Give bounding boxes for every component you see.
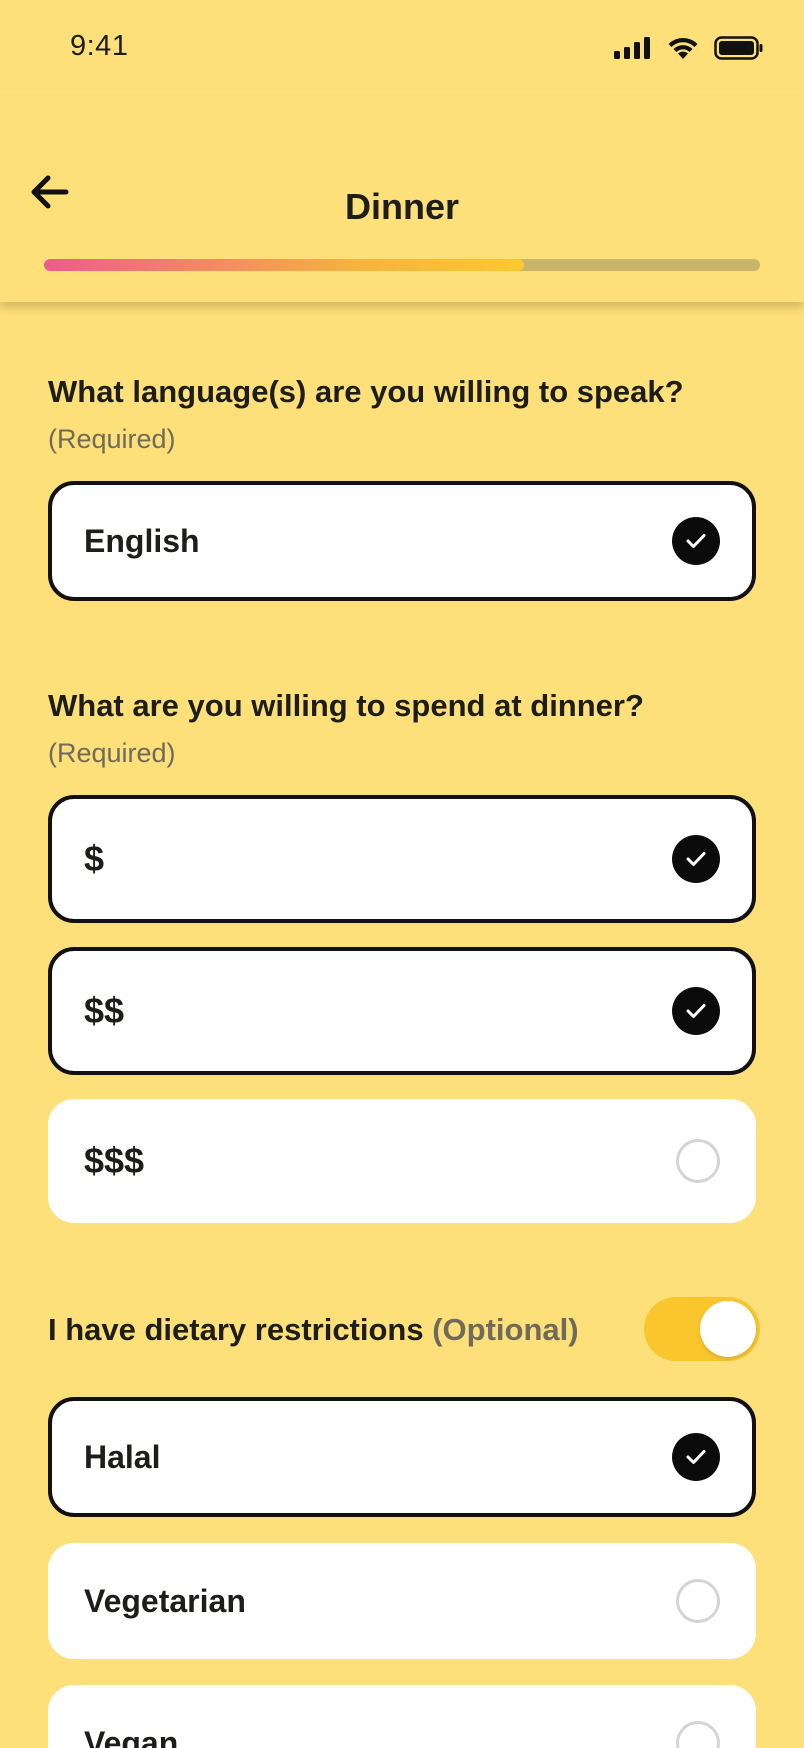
dietary-optional-note: (Optional)	[432, 1312, 579, 1348]
spend-option-1[interactable]: $	[48, 795, 756, 924]
spend-required-note: (Required)	[48, 738, 176, 769]
dietary-label: I have dietary restrictions	[48, 1312, 424, 1348]
status-bar: 9:41	[0, 0, 804, 96]
progress-bar	[44, 259, 760, 271]
wifi-icon	[668, 37, 698, 59]
option-label: $$$	[84, 1140, 145, 1182]
dietary-toggle-switch[interactable]	[644, 1297, 760, 1362]
progress-bar-fill	[44, 259, 524, 271]
toggle-knob	[700, 1301, 756, 1358]
check-circle-icon	[672, 987, 720, 1036]
check-circle-icon	[672, 835, 720, 884]
option-label: English	[84, 522, 200, 559]
dietary-option-vegan[interactable]: Vegan	[48, 1685, 756, 1748]
empty-radio-icon	[676, 1139, 720, 1184]
spend-option-2[interactable]: $$	[48, 947, 756, 1076]
battery-icon	[714, 36, 763, 60]
top-nav-header: Dinner	[0, 96, 804, 302]
option-label: $$	[84, 990, 125, 1032]
option-label: Vegetarian	[84, 1582, 246, 1619]
option-label: Halal	[84, 1438, 161, 1475]
status-time: 9:41	[70, 30, 129, 62]
option-label: $	[84, 838, 105, 880]
spend-question-title: What are you willing to spend at dinner?	[48, 688, 644, 724]
language-question-title: What language(s) are you willing to spea…	[48, 374, 684, 409]
form-content: What language(s) are you willing to spea…	[48, 302, 760, 1748]
page-title: Dinner	[344, 186, 459, 227]
check-circle-icon	[672, 1433, 720, 1482]
dietary-option-vegetarian[interactable]: Vegetarian	[48, 1543, 756, 1660]
empty-radio-icon	[676, 1579, 720, 1624]
language-required-note: (Required)	[48, 424, 176, 455]
status-icons	[614, 36, 764, 60]
spend-option-3[interactable]: $$$	[48, 1099, 756, 1224]
option-label: Vegan	[84, 1724, 179, 1748]
dietary-toggle-row: I have dietary restrictions (Optional)	[48, 1295, 760, 1365]
dinner-preferences-screen: 9:41 Dinner What language(s) are you wil…	[0, 0, 804, 1748]
empty-radio-icon	[676, 1721, 720, 1748]
dietary-option-halal[interactable]: Halal	[48, 1397, 756, 1518]
signal-icon	[614, 37, 650, 59]
language-option-english[interactable]: English	[48, 481, 756, 602]
check-circle-icon	[672, 517, 720, 566]
